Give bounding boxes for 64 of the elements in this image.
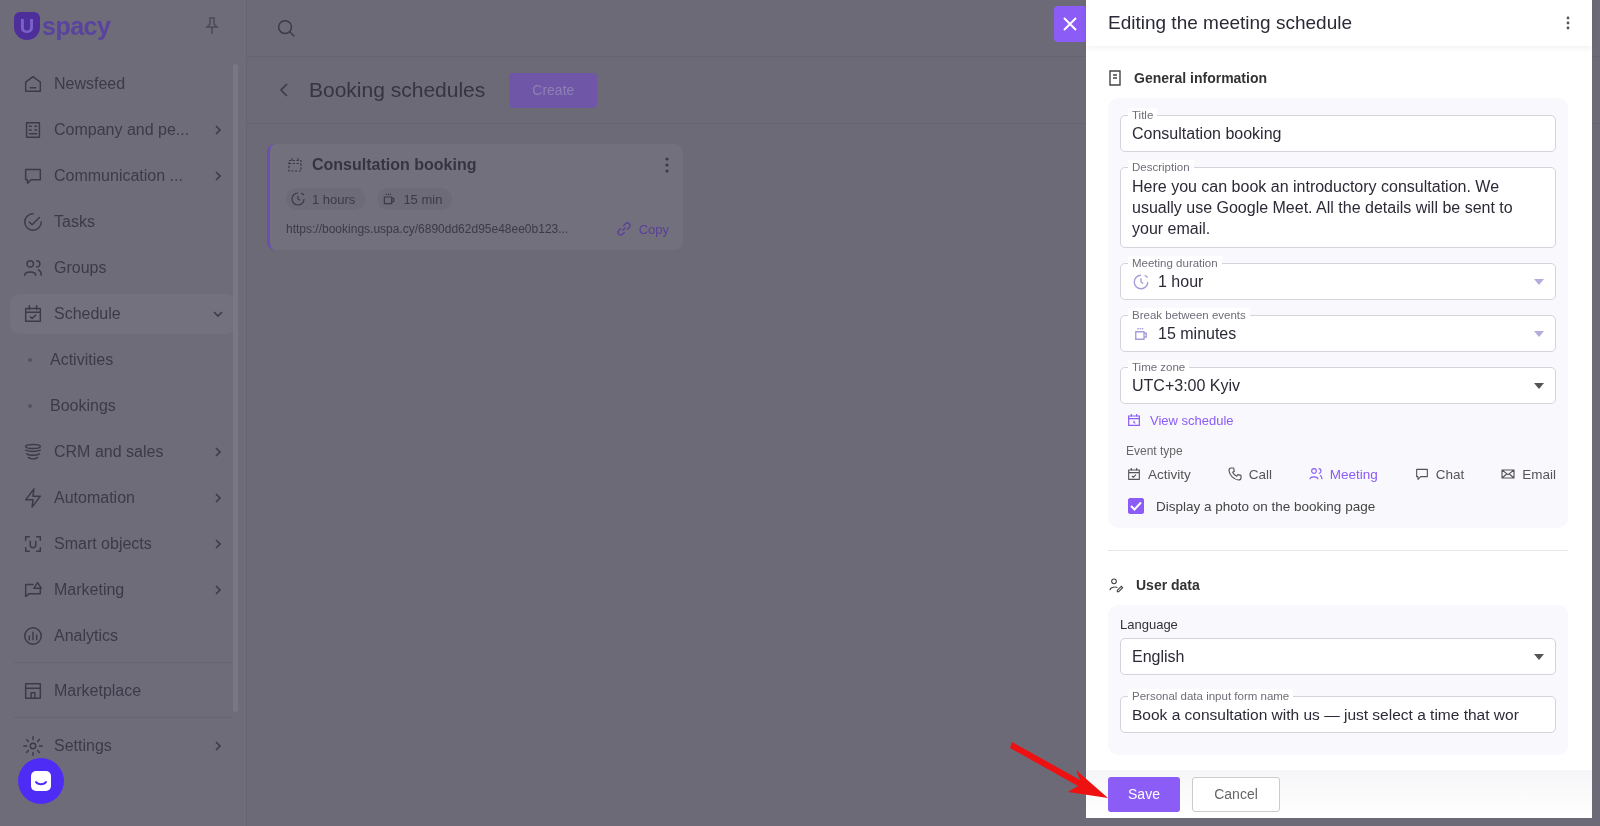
event-type-label: Event type <box>1126 444 1184 458</box>
panel-title: Editing the meeting schedule <box>1108 12 1352 34</box>
event-type-option[interactable]: Email <box>1500 466 1556 482</box>
clock-icon <box>1132 272 1150 291</box>
chat-bubble-icon <box>28 768 54 794</box>
chevron-icon <box>212 308 224 320</box>
chevron-icon <box>212 584 224 596</box>
section-title: User data <box>1136 577 1200 593</box>
cancel-button[interactable]: Cancel <box>1192 776 1280 812</box>
close-button[interactable] <box>1054 6 1086 42</box>
select-field[interactable]: English <box>1120 638 1556 675</box>
users-icon <box>22 257 44 279</box>
user-edit-icon <box>1108 577 1124 593</box>
users-icon <box>1307 466 1324 482</box>
caret-icon <box>1534 278 1544 285</box>
phone-icon <box>1226 466 1243 482</box>
link-icon <box>614 220 633 238</box>
caret-icon <box>1534 653 1544 660</box>
chat-launcher-button[interactable] <box>18 758 64 804</box>
clock-icon <box>290 191 306 207</box>
calendar-icon <box>286 156 304 174</box>
scan-icon <box>22 533 44 555</box>
event-type-option[interactable]: Call <box>1226 466 1272 482</box>
calendar-icon <box>1126 466 1142 482</box>
home-icon <box>22 73 44 95</box>
caret-icon <box>1534 330 1544 337</box>
select-field[interactable]: Meeting duration 1 hour <box>1120 256 1556 300</box>
chevron-icon <box>212 170 224 182</box>
chart-icon <box>22 625 44 647</box>
mail-icon <box>1500 466 1517 482</box>
close-icon <box>1062 16 1078 32</box>
chevron-icon <box>212 538 224 550</box>
calendar-icon <box>1126 412 1142 428</box>
event-type-option[interactable]: Chat <box>1413 466 1465 482</box>
more-icon[interactable] <box>1566 16 1570 30</box>
checkbox[interactable] <box>1128 498 1144 514</box>
card-title: Consultation booking <box>312 156 478 174</box>
language-label: Language <box>1120 617 1179 632</box>
bolt-icon <box>22 487 44 509</box>
search-icon[interactable] <box>275 17 297 39</box>
select-field[interactable]: Time zone UTC+3:00 Kyiv <box>1120 360 1556 404</box>
store-icon <box>22 680 44 702</box>
view-schedule-link[interactable]: View schedule <box>1126 412 1556 428</box>
caret-icon <box>1534 382 1544 389</box>
chevron-icon <box>212 124 224 136</box>
checkbox-label: Display a photo on the booking page <box>1156 498 1376 514</box>
check-icon <box>22 211 44 233</box>
document-icon <box>1108 70 1122 86</box>
chevron-icon <box>212 446 224 458</box>
chevron-icon <box>212 740 224 752</box>
section-title: General information <box>1134 70 1268 86</box>
chat-icon <box>1413 466 1430 482</box>
sidebar-item[interactable]: Schedule <box>10 294 236 334</box>
coins-icon <box>22 441 44 463</box>
back-icon[interactable] <box>277 82 291 98</box>
textarea-field[interactable]: Description Here you can book an introductory consultation. We usually use Google Meet. All the details will be sent to your email. <box>1120 160 1556 248</box>
calendar-icon <box>22 303 44 325</box>
event-type-option[interactable]: Meeting <box>1307 466 1378 482</box>
chevron-icon <box>212 492 224 504</box>
input-field[interactable]: Personal data input form name Book a consultation with us — just select a time that wor <box>1120 689 1556 733</box>
save-button[interactable]: Save <box>1108 776 1180 812</box>
input-field[interactable]: Title Consultation booking <box>1120 108 1556 152</box>
select-field[interactable]: Break between events 15 minutes <box>1120 308 1556 352</box>
event-type-option[interactable]: Activity <box>1126 466 1191 482</box>
